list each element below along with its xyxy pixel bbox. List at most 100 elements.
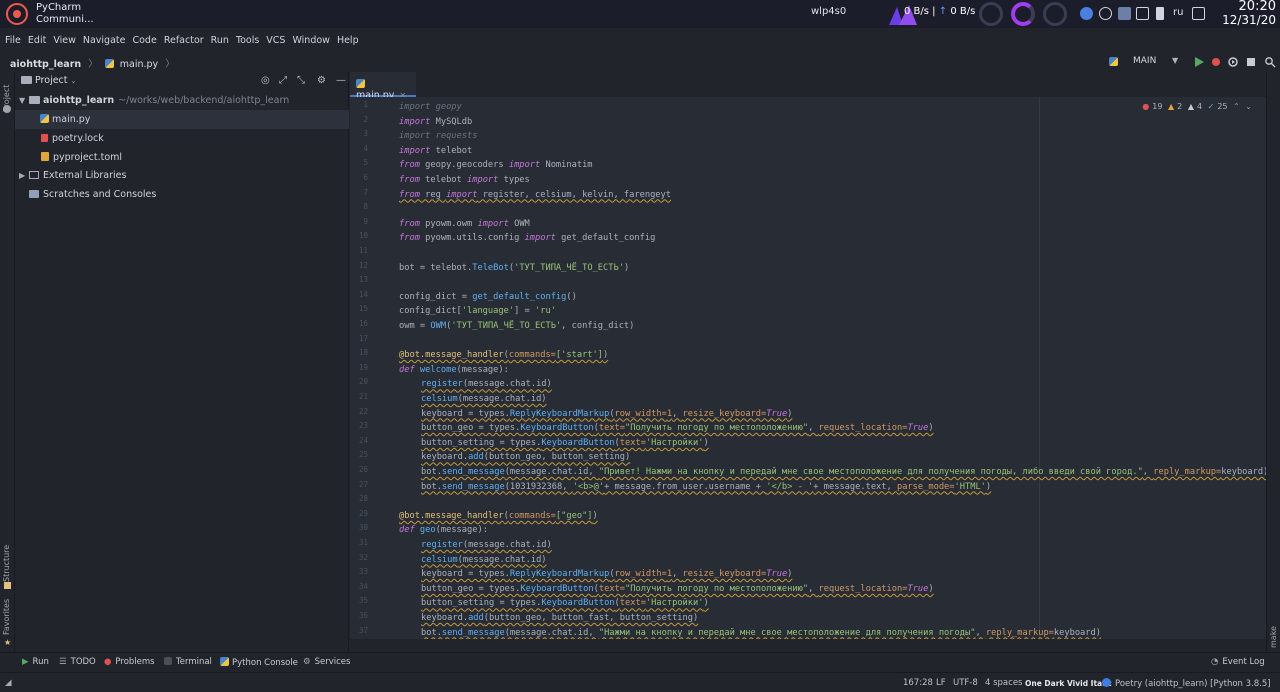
chevron-down-icon[interactable]: ⌄ [1245, 102, 1252, 111]
line-number: 14 [358, 289, 368, 299]
root-folder-name: aiohttp_learn [43, 95, 115, 106]
menu-vcs[interactable]: VCS [266, 32, 285, 49]
media-tray-icon[interactable] [1099, 7, 1112, 20]
menu-edit[interactable]: Edit [28, 32, 46, 49]
code-line-19: def welcome(message): [399, 364, 509, 375]
interpreter-name: Poetry (aiohttp_learn) [Python 3.8.5] [1115, 679, 1271, 689]
menu-code[interactable]: Code [132, 32, 156, 49]
tool-window-todo[interactable]: ☰ TODO [59, 657, 96, 667]
tree-scratches[interactable]: Scratches and Consoles [15, 185, 349, 204]
clock[interactable]: 20:20 12/31/20 [1222, 0, 1276, 27]
root-folder-path: ~/works/web/backend/aiohttp_learn [118, 95, 290, 106]
network-speed: 0 B/s | ↑ 0 B/s [904, 6, 975, 17]
tree-external-libraries[interactable]: ▶ External Libraries [15, 166, 349, 185]
locate-file-icon[interactable]: ◎ [261, 75, 270, 86]
cpu-monitor-icon[interactable] [979, 2, 1003, 26]
menu-window[interactable]: Window [292, 32, 329, 49]
breadcrumb-file[interactable]: main.py [120, 59, 158, 70]
chevron-right-icon[interactable]: ▶ [19, 166, 25, 185]
line-number: 12 [358, 260, 368, 270]
indent-setting[interactable]: 4 spaces [985, 678, 1022, 688]
structure-tool-tab[interactable]: Structure [2, 545, 11, 582]
file-encoding[interactable]: UTF-8 [953, 678, 978, 688]
error-count: 19 [1152, 102, 1163, 111]
tree-file-poetry-lock[interactable]: poetry.lock [15, 129, 349, 148]
caret-position[interactable]: 167:28 [903, 678, 933, 688]
folder-icon [29, 96, 40, 104]
tool-window-services[interactable]: ⚙ Services [303, 657, 350, 667]
memory-monitor-icon[interactable] [1011, 2, 1035, 26]
project-view-selector[interactable]: Project ⌄ [21, 75, 76, 86]
system-top-bar: PyCharm Communi... wlp4s0 0 B/s | ↑ 0 B/… [0, 0, 1280, 28]
line-number: 21 [358, 392, 368, 401]
line-number: 29 [358, 508, 368, 518]
wifi-icon[interactable] [1192, 7, 1205, 20]
battery-icon[interactable] [1156, 7, 1164, 20]
swap-monitor-icon[interactable] [1043, 2, 1067, 26]
code-line-24: button_setting = types.KeyboardButton(te… [421, 437, 709, 448]
menu-file[interactable]: File [5, 32, 21, 49]
editor-tab-bar: main.py ✕ [350, 72, 1280, 101]
tool-window-event-log[interactable]: ◔ Event Log [1211, 657, 1265, 667]
line-number: 33 [358, 567, 368, 577]
net-separator: | [932, 6, 936, 17]
toggle-tool-windows-icon[interactable]: ◢ [5, 678, 12, 688]
line-number: 25 [358, 450, 368, 460]
run-icon[interactable] [1193, 56, 1205, 68]
tree-root-folder[interactable]: ▼ aiohttp_learn ~/works/web/backend/aioht… [15, 91, 349, 110]
line-number: 19 [358, 362, 368, 372]
line-number: 36 [358, 611, 368, 620]
coverage-icon[interactable] [1227, 56, 1239, 68]
problems-icon: ● [104, 657, 112, 667]
menu-refactor[interactable]: Refactor [164, 32, 204, 49]
line-number: 2 [363, 114, 368, 124]
python-file-icon [40, 114, 49, 123]
chevron-down-icon[interactable]: ▼ [19, 91, 25, 110]
code-line-22: keyboard = types.ReplyKeyboardMarkup(row… [421, 408, 793, 419]
telegram-tray-icon[interactable] [1118, 7, 1131, 20]
clock-time: 20:20 [1238, 0, 1276, 14]
chevron-up-icon[interactable]: ⌃ [1233, 102, 1240, 111]
code-area[interactable]: import geopy import MySQLdb import reque… [399, 97, 1279, 639]
tree-file-pyproject-toml[interactable]: pyproject.toml [15, 148, 349, 167]
breadcrumb-project[interactable]: aiohttp_learn [10, 59, 81, 70]
menu-navigate[interactable]: Navigate [83, 32, 126, 49]
debug-icon[interactable] [1210, 56, 1222, 68]
tool-window-terminal[interactable]: Terminal [164, 657, 212, 667]
pycharm-logo-icon[interactable] [6, 3, 28, 25]
menu-tools[interactable]: Tools [236, 32, 259, 49]
scratches-icon [29, 190, 39, 198]
tool-window-bar: ▶ Run ☰ TODO ● Problems Terminal Python Con… [0, 652, 1280, 672]
interpreter-selector[interactable]: Poetry (aiohttp_learn) [Python 3.8.5] [1102, 678, 1271, 689]
expand-all-icon[interactable]: ⤢ [279, 75, 287, 86]
code-editor[interactable]: 1 2 3 4 5 6 7 8 9 10 11 12 13 14 15 16 1… [350, 97, 1280, 639]
volume-icon[interactable] [1136, 7, 1149, 20]
project-tool-icon[interactable] [3, 105, 11, 113]
code-line-18: @bot.message_handler(commands=['start']) [399, 350, 609, 361]
keyboard-layout[interactable]: ru [1173, 7, 1183, 18]
line-number: 24 [358, 435, 368, 445]
active-app-title[interactable]: PyCharm Communi... [36, 2, 94, 26]
tool-window-problems[interactable]: ● Problems [104, 657, 155, 667]
menu-help[interactable]: Help [337, 32, 359, 49]
menu-run[interactable]: Run [211, 32, 229, 49]
star-icon[interactable]: ★ [4, 638, 11, 647]
favorites-tool-tab[interactable]: Favorites [2, 599, 11, 635]
browser-tray-icon[interactable] [1080, 7, 1093, 20]
search-everywhere-icon[interactable] [1264, 56, 1276, 68]
tool-window-python-console[interactable]: Python Console [220, 657, 298, 668]
poetry-icon [1102, 678, 1111, 687]
stop-icon[interactable] [1245, 56, 1257, 68]
menu-view[interactable]: View [53, 32, 76, 49]
structure-tool-icon[interactable] [4, 582, 11, 589]
hide-panel-icon[interactable]: — [336, 75, 346, 86]
theme-name[interactable]: One Dark Vivid Italic [1025, 679, 1112, 688]
make-tool-tab[interactable]: make [1269, 626, 1278, 648]
editor-tab-main-py[interactable]: main.py ✕ [350, 72, 416, 101]
gear-icon[interactable]: ⚙ [317, 75, 326, 86]
line-separator[interactable]: LF [936, 678, 946, 688]
collapse-all-icon[interactable]: ⤡ [297, 75, 305, 86]
tree-file-main-py[interactable]: main.py [15, 110, 349, 129]
tool-window-run[interactable]: ▶ Run [22, 657, 49, 667]
inspection-widget[interactable]: ● 19 ▲ 2 ▲ 4 ✓ 25 ⌃ ⌄ [1139, 102, 1252, 111]
